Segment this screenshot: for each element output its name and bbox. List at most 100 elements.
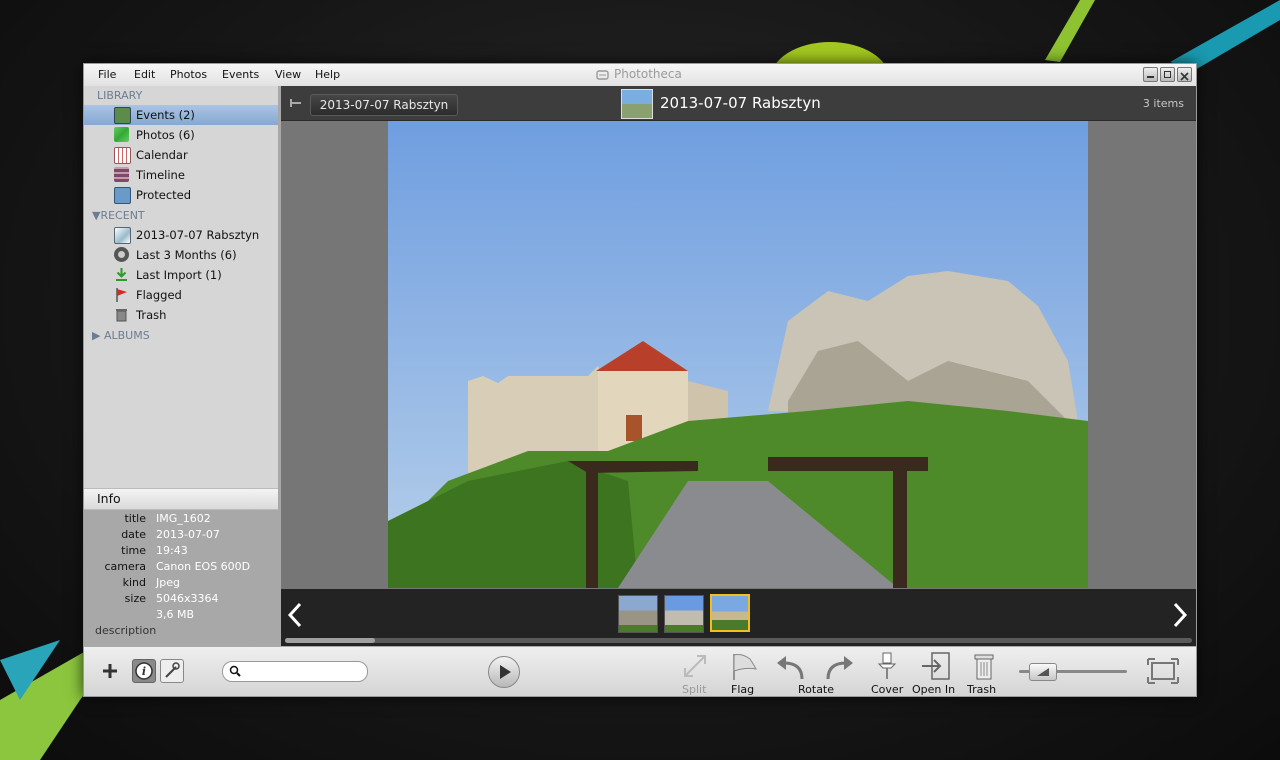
close-icon bbox=[1180, 72, 1189, 81]
sidebar-item-last-3-months[interactable]: Last 3 Months (6) bbox=[84, 245, 278, 265]
bottom-toolbar: i Split Flag Rotate Cover Open In Trash bbox=[84, 646, 1196, 696]
sidebar-item-photos[interactable]: Photos (6) bbox=[84, 125, 278, 145]
info-row: camera Canon EOS 600D bbox=[84, 560, 278, 576]
maximize-icon bbox=[1164, 71, 1171, 78]
fullscreen-icon[interactable] bbox=[1147, 658, 1179, 684]
sidebar-item-label: Trash bbox=[136, 308, 167, 322]
info-key: size bbox=[124, 592, 146, 605]
items-count: 3 items bbox=[1142, 97, 1184, 110]
back-arrow-icon[interactable] bbox=[289, 97, 303, 109]
rotate-left-icon[interactable] bbox=[774, 653, 808, 681]
info-key: kind bbox=[122, 576, 146, 589]
menu-edit[interactable]: Edit bbox=[134, 68, 155, 81]
flag-label: Flag bbox=[731, 683, 755, 696]
recent-header-label: RECENT bbox=[100, 209, 145, 222]
zoom-slider-thumb[interactable] bbox=[1029, 663, 1057, 681]
info-value: Jpeg bbox=[156, 576, 180, 589]
info-row: date 2013-07-07 bbox=[84, 528, 278, 544]
split-icon[interactable] bbox=[680, 651, 710, 681]
filmstrip bbox=[281, 589, 1196, 646]
menu-file[interactable]: File bbox=[98, 68, 116, 81]
rotate-label: Rotate bbox=[798, 683, 835, 696]
description-field[interactable]: description bbox=[95, 624, 156, 637]
timeline-icon bbox=[114, 167, 129, 182]
info-key: camera bbox=[104, 560, 146, 573]
calendar-icon bbox=[114, 147, 131, 164]
adjust-button[interactable] bbox=[160, 659, 184, 683]
zoom-slider[interactable] bbox=[1019, 663, 1127, 681]
info-value[interactable]: IMG_1602 bbox=[156, 512, 211, 525]
scrollbar-thumb[interactable] bbox=[285, 638, 375, 643]
previous-arrow-icon[interactable] bbox=[287, 602, 303, 628]
filmstrip-scrollbar[interactable] bbox=[285, 638, 1192, 643]
import-icon bbox=[116, 268, 127, 281]
main-viewer: 2013-07-07 Rabsztyn 2013-07-07 Rabsztyn … bbox=[281, 86, 1196, 646]
play-slideshow-button[interactable] bbox=[488, 656, 520, 688]
info-row: title IMG_1602 bbox=[84, 512, 278, 528]
sidebar-item-label: Flagged bbox=[136, 288, 182, 302]
collapsed-triangle-icon: ▶ bbox=[92, 329, 101, 342]
events-icon bbox=[114, 107, 131, 124]
flag-toolbar-icon[interactable] bbox=[728, 651, 758, 681]
filmstrip-thumbnail[interactable] bbox=[618, 595, 658, 633]
rotate-right-icon[interactable] bbox=[822, 653, 856, 681]
menu-bar: File Edit Photos Events View Help Photot… bbox=[84, 64, 1196, 87]
sidebar-item-trash[interactable]: Trash bbox=[84, 305, 278, 325]
albums-header[interactable]: ▶ ALBUMS bbox=[92, 329, 150, 342]
trash-toolbar-icon[interactable] bbox=[972, 651, 996, 681]
info-row: 3,6 MB bbox=[84, 608, 278, 624]
breadcrumb[interactable]: 2013-07-07 Rabsztyn bbox=[310, 94, 458, 116]
sidebar-item-events[interactable]: Events (2) bbox=[84, 105, 278, 125]
recent-header[interactable]: ▼RECENT bbox=[92, 209, 145, 222]
maximize-button[interactable] bbox=[1160, 67, 1175, 82]
search-icon bbox=[229, 665, 241, 677]
minimize-icon bbox=[1147, 76, 1154, 78]
info-key: title bbox=[124, 512, 146, 525]
sidebar-item-protected[interactable]: Protected bbox=[84, 185, 278, 205]
add-icon[interactable] bbox=[102, 663, 118, 679]
info-row: size 5046x3364 bbox=[84, 592, 278, 608]
sidebar-item-last-import[interactable]: Last Import (1) bbox=[84, 265, 278, 285]
event-cover-thumbnail bbox=[621, 89, 653, 119]
sidebar-item-event-rabsztyn[interactable]: 2013-07-07 Rabsztyn bbox=[84, 225, 278, 245]
next-arrow-icon[interactable] bbox=[1172, 602, 1188, 628]
pin-icon[interactable] bbox=[876, 651, 898, 681]
sidebar-item-calendar[interactable]: Calendar bbox=[84, 145, 278, 165]
albums-header-label: ALBUMS bbox=[103, 329, 150, 342]
sidebar-item-label: 2013-07-07 Rabsztyn bbox=[136, 228, 260, 242]
sidebar-item-label: Photos (6) bbox=[136, 128, 195, 142]
menu-help[interactable]: Help bbox=[315, 68, 340, 81]
info-key: date bbox=[121, 528, 146, 541]
open-in-icon[interactable] bbox=[920, 651, 952, 681]
trash-icon bbox=[116, 309, 127, 322]
info-toggle-button[interactable]: i bbox=[132, 659, 156, 683]
app-window: File Edit Photos Events View Help Photot… bbox=[83, 63, 1197, 697]
sidebar-item-flagged[interactable]: Flagged bbox=[84, 285, 278, 305]
close-button[interactable] bbox=[1177, 67, 1192, 82]
open-in-label: Open In bbox=[912, 683, 956, 696]
menu-view[interactable]: View bbox=[275, 68, 301, 81]
zoom-wedge-icon bbox=[1037, 668, 1049, 676]
menu-photos[interactable]: Photos bbox=[170, 68, 207, 81]
split-label: Split bbox=[682, 683, 707, 696]
info-value[interactable]: 2013-07-07 bbox=[156, 528, 220, 541]
cover-label: Cover bbox=[871, 683, 904, 696]
sidebar: LIBRARY Events (2) Photos (6) Calendar T… bbox=[84, 86, 281, 646]
sidebar-item-timeline[interactable]: Timeline bbox=[84, 165, 278, 185]
flag-icon bbox=[116, 288, 127, 302]
event-title: 2013-07-07 Rabsztyn bbox=[660, 94, 821, 112]
menu-events[interactable]: Events bbox=[222, 68, 259, 81]
info-value[interactable]: 19:43 bbox=[156, 544, 188, 557]
app-logo-icon bbox=[596, 70, 609, 80]
tools-icon bbox=[165, 662, 180, 678]
sidebar-item-label: Timeline bbox=[136, 168, 185, 182]
info-value: Canon EOS 600D bbox=[156, 560, 251, 573]
event-icon bbox=[114, 227, 131, 244]
sidebar-item-label: Last 3 Months (6) bbox=[136, 248, 237, 262]
minimize-button[interactable] bbox=[1143, 67, 1158, 82]
filmstrip-thumbnail-selected[interactable] bbox=[710, 594, 750, 632]
main-photo[interactable] bbox=[388, 121, 1088, 588]
search-input[interactable] bbox=[222, 661, 368, 682]
filmstrip-thumbnail[interactable] bbox=[664, 595, 704, 633]
library-header: LIBRARY bbox=[97, 89, 143, 102]
